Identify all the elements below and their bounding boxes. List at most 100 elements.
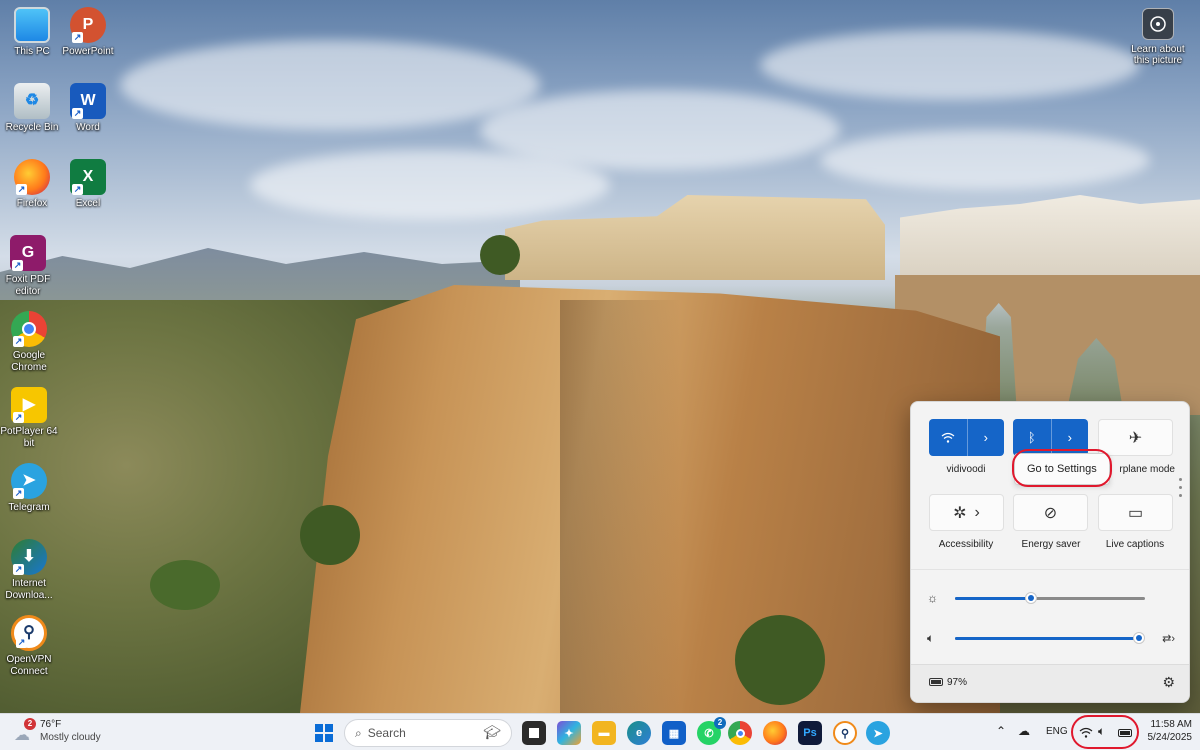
quick-settings-footer: 97% ⚙ bbox=[911, 664, 1189, 702]
task-view-icon bbox=[529, 728, 539, 738]
potplayer-icon: ▶ ↗ bbox=[11, 387, 47, 423]
start-button[interactable] bbox=[312, 721, 336, 745]
desktop-icon-firefox[interactable]: ↗ Firefox bbox=[0, 159, 64, 210]
photoshop-app[interactable]: Ps bbox=[798, 721, 822, 745]
learn-about-picture[interactable]: Learn about this picture bbox=[1126, 8, 1190, 66]
telegram-icon: ➤ bbox=[873, 727, 883, 740]
accessibility-icon: ✲ bbox=[953, 504, 967, 522]
chrome-icon bbox=[735, 728, 745, 738]
desktop-icon-telegram[interactable]: ➤ ↗ Telegram bbox=[0, 463, 61, 514]
chrome-icon: ↗ bbox=[11, 311, 47, 347]
internet-download-manager-icon: ⬇ ↗ bbox=[11, 539, 47, 575]
energy-saver-icon: ⊘ bbox=[1043, 504, 1058, 522]
bluetooth-icon[interactable]: ᛒ bbox=[1013, 419, 1051, 456]
live-captions-icon: ▭ bbox=[1127, 504, 1144, 522]
word-icon: W ↗ bbox=[70, 83, 106, 119]
task-view-button[interactable] bbox=[522, 721, 546, 745]
desktop-icon-excel[interactable]: X ↗ Excel bbox=[56, 159, 120, 210]
folder-icon: ▬ bbox=[598, 727, 610, 739]
brightness-slider-row: ☼ bbox=[927, 588, 1173, 608]
excel-icon: X ↗ bbox=[70, 159, 106, 195]
volume-slider-thumb[interactable] bbox=[1133, 631, 1145, 644]
live-captions-label: Live captions bbox=[1105, 539, 1165, 550]
desktop-icon-google-chrome[interactable]: ↗ Google Chrome bbox=[0, 311, 61, 374]
search-icon: ⌕ bbox=[355, 725, 362, 740]
edge-app[interactable]: e bbox=[627, 721, 651, 745]
telegram-icon: ➤ ↗ bbox=[11, 463, 47, 499]
weather-widget[interactable]: ☁ 2 76°F Mostly cloudy bbox=[14, 718, 114, 748]
chevron-right-icon[interactable]: › bbox=[966, 419, 1005, 456]
live-captions-tile[interactable]: ▭ bbox=[1098, 494, 1173, 531]
firefox-icon: ↗ bbox=[14, 159, 50, 195]
desktop-icon-word[interactable]: W ↗ Word bbox=[56, 83, 120, 134]
whatsapp-app[interactable]: ✆ 2 bbox=[697, 717, 726, 745]
battery-percent[interactable]: 97% bbox=[947, 677, 967, 688]
search-input[interactable]: ⌕ Search 🎓︎ bbox=[344, 719, 512, 747]
chevron-right-icon[interactable]: › bbox=[1050, 419, 1089, 456]
desktop-icon-foxit-pdf-editor[interactable]: G ↗ Foxit PDF editor bbox=[0, 235, 60, 298]
energy-saver-tile[interactable]: ⊘ bbox=[1013, 494, 1088, 531]
bluetooth-tile[interactable]: ᛒ › bbox=[1013, 419, 1088, 456]
wifi-tile[interactable]: › bbox=[929, 419, 1004, 456]
weather-badge: 2 bbox=[24, 718, 36, 730]
whatsapp-icon: ✆ bbox=[704, 727, 714, 740]
audio-output-icon[interactable]: ⇄› bbox=[1162, 632, 1175, 645]
microsoft-store-app[interactable]: ▦ bbox=[662, 721, 686, 745]
show-hidden-icons-chevron-icon[interactable]: ⌃ bbox=[996, 724, 1006, 738]
weather-condition: Mostly cloudy bbox=[40, 732, 101, 743]
openvpn-icon: ⚲ bbox=[840, 727, 850, 740]
wifi-icon bbox=[1079, 727, 1093, 738]
desktop-icon-recycle-bin[interactable]: ♻ Recycle Bin bbox=[0, 83, 64, 134]
openvpn-app[interactable]: ⚲ bbox=[833, 721, 857, 745]
clock[interactable]: 11:58 AM 5/24/2025 bbox=[1140, 718, 1193, 744]
wifi-label: vidivoodi bbox=[946, 464, 986, 475]
accessibility-tile[interactable]: ✲ › bbox=[929, 494, 1004, 531]
go-to-settings-tooltip: Go to Settings bbox=[1014, 453, 1110, 485]
speaker-icon: 🔈︎ bbox=[927, 630, 935, 645]
recycle-bin-icon: ♻ bbox=[14, 83, 50, 119]
photoshop-icon: Ps bbox=[803, 727, 817, 739]
telegram-app[interactable]: ➤ bbox=[866, 721, 890, 745]
weather-temp: 76°F bbox=[40, 719, 62, 730]
battery-icon[interactable] bbox=[929, 678, 943, 686]
desktop-icon-openvpn[interactable]: ⚲ ↗ OpenVPN Connect bbox=[0, 615, 61, 678]
desktop-icon-potplayer[interactable]: ▶ ↗ PotPlayer 64 bit bbox=[0, 387, 61, 450]
store-icon: ▦ bbox=[668, 727, 680, 740]
speaker-icon: 🔈︎ bbox=[1098, 724, 1106, 738]
openvpn-icon: ⚲ ↗ bbox=[11, 615, 47, 651]
desktop-icon-internet-download-manager[interactable]: ⬇ ↗ Internet Downloa... bbox=[0, 539, 61, 602]
foxit-pdf-icon: G ↗ bbox=[10, 235, 46, 271]
brightness-icon: ☼ bbox=[927, 591, 938, 605]
taskbar: ☁ 2 76°F Mostly cloudy ⌕ Search 🎓︎ ✦ ▬ e… bbox=[0, 713, 1200, 750]
chevron-right-icon: › bbox=[974, 503, 980, 521]
clock-date: 5/24/2025 bbox=[1147, 732, 1193, 743]
powerpoint-icon: P ↗ bbox=[70, 7, 106, 43]
edge-icon: e bbox=[635, 727, 643, 739]
input-language[interactable]: ENG bbox=[1046, 726, 1068, 737]
network-volume-battery-group[interactable]: 🔈︎ bbox=[1074, 718, 1140, 748]
energy-saver-label: Energy saver bbox=[1021, 539, 1081, 550]
chrome-app[interactable] bbox=[728, 721, 752, 745]
gear-icon[interactable]: ⚙ bbox=[1162, 674, 1175, 691]
accessibility-label: Accessibility bbox=[938, 539, 994, 550]
desktop-icon-powerpoint[interactable]: P ↗ PowerPoint bbox=[56, 7, 120, 58]
volume-slider[interactable] bbox=[955, 631, 1145, 644]
cloud-sync-icon[interactable]: ☁ bbox=[1018, 724, 1030, 738]
copilot-icon: ✦ bbox=[564, 727, 574, 740]
volume-slider-row: 🔈︎ ⇄› bbox=[927, 628, 1175, 648]
airplane-mode-tile[interactable]: ✈ bbox=[1098, 419, 1173, 456]
desktop-icon-this-pc[interactable]: This PC bbox=[0, 7, 64, 58]
battery-icon bbox=[1118, 729, 1132, 737]
brightness-slider[interactable] bbox=[955, 591, 1145, 604]
clock-time: 11:58 AM bbox=[1150, 719, 1192, 730]
copilot-app[interactable]: ✦ bbox=[557, 721, 581, 745]
search-highlight-icon: 🎓︎ bbox=[483, 724, 501, 740]
page-indicator[interactable] bbox=[1179, 478, 1183, 502]
file-explorer-app[interactable]: ▬ bbox=[592, 721, 616, 745]
brightness-slider-thumb[interactable] bbox=[1025, 591, 1037, 604]
camera-icon bbox=[1142, 8, 1174, 40]
airplane-icon: ✈ bbox=[1128, 429, 1143, 447]
firefox-app[interactable] bbox=[763, 721, 787, 745]
quick-settings-panel: › ᛒ › ✈ vidivoodi rplane mode ✲ › ⊘ ▭ Ac… bbox=[910, 401, 1190, 703]
wifi-icon[interactable] bbox=[929, 419, 967, 456]
